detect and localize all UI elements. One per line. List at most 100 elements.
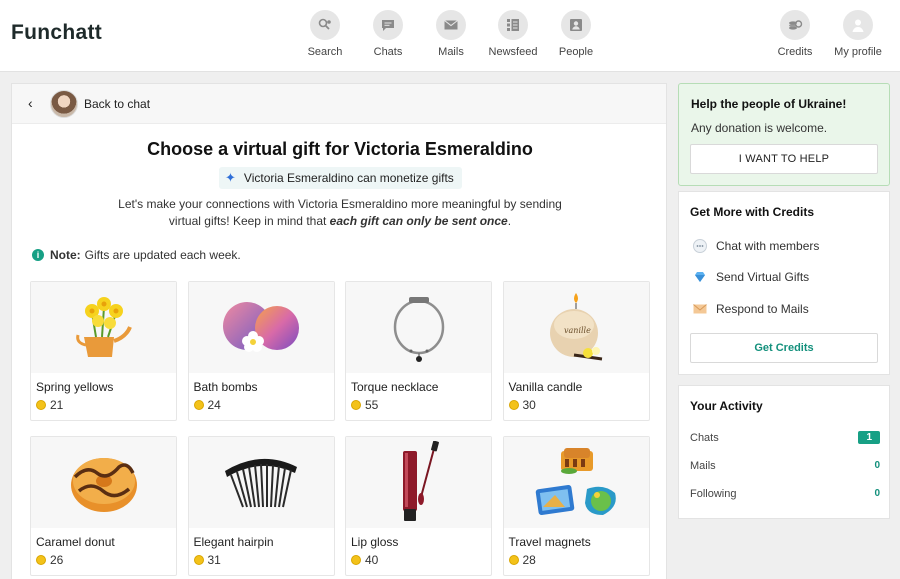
nav-mails-label: Mails: [438, 46, 464, 58]
people-icon: [561, 10, 591, 40]
activity-count: 0: [874, 488, 880, 499]
coin-icon: [36, 400, 46, 410]
newsfeed-icon: [498, 10, 528, 40]
coin-icon: [508, 400, 519, 410]
coin-icon: [193, 555, 204, 565]
gift-card[interactable]: Lip gloss 40: [345, 436, 492, 576]
note-text: Gifts are updated each week.: [84, 248, 241, 262]
app-logo[interactable]: Funchatt: [11, 21, 102, 45]
chat-icon: [373, 10, 403, 40]
search-icon: [310, 10, 340, 40]
back-bar: ‹ Back to chat: [12, 84, 666, 124]
lip-gloss-icon: [346, 437, 491, 528]
monetize-badge: ✦ Victoria Esmeraldino can monetize gift…: [219, 167, 462, 189]
activity-label: Following: [690, 488, 737, 500]
back-chevron-icon[interactable]: ‹: [28, 95, 33, 111]
envelope-icon: [692, 301, 708, 317]
intro-text: Let's make your connections with Victori…: [102, 196, 578, 230]
gift-name: Bath bombs: [193, 380, 258, 394]
bath-bombs-icon: [188, 282, 334, 373]
nav-search-label: Search: [307, 46, 343, 58]
perk-label: Respond to Mails: [716, 302, 809, 316]
nav-chats[interactable]: Chats: [353, 10, 423, 58]
gift-price-value: 21: [50, 398, 64, 412]
nav-credits-label: Credits: [777, 46, 813, 58]
nav-mails[interactable]: Mails: [416, 10, 486, 58]
gift-name: Caramel donut: [36, 535, 115, 549]
nav-my-profile[interactable]: My profile: [823, 10, 893, 58]
gift-price-value: 31: [207, 553, 221, 567]
mail-icon: [436, 10, 466, 40]
gift-price-value: 26: [50, 553, 64, 567]
activity-box: Your Activity Chats 1 Mails 0 Following …: [678, 385, 890, 519]
chat-bubble-icon: [692, 238, 708, 254]
gift-card[interactable]: Caramel donut 26: [30, 436, 177, 576]
activity-row-chats[interactable]: Chats 1: [690, 431, 880, 444]
page-title: Choose a virtual gift for Victoria Esmer…: [147, 139, 533, 159]
gift-card[interactable]: Travel magnets 28: [502, 436, 650, 576]
nav-newsfeed[interactable]: Newsfeed: [478, 10, 548, 58]
i-want-to-help-button[interactable]: I WANT TO HELP: [690, 144, 878, 174]
coin-icon: [508, 555, 519, 565]
svg-text:vanille: vanille: [564, 326, 591, 335]
gift-price-value: 40: [365, 553, 379, 567]
gift-price: 30: [504, 394, 649, 412]
activity-count: 0: [874, 460, 880, 471]
activity-row-mails[interactable]: Mails 0: [690, 460, 880, 472]
credits-box: Get More with Credits Chat with members …: [678, 191, 890, 375]
get-credits-button[interactable]: Get Credits: [690, 333, 878, 363]
nav-chats-label: Chats: [373, 46, 403, 58]
gift-price: 55: [346, 394, 491, 412]
daffodils-icon: [31, 282, 176, 373]
intro-emphasis: each gift can only be sent once: [329, 214, 508, 228]
nav-newsfeed-label: Newsfeed: [488, 46, 538, 58]
info-icon: i: [32, 249, 44, 261]
back-to-chat-link[interactable]: Back to chat: [84, 97, 150, 111]
gift-price: 26: [31, 549, 176, 567]
gift-card[interactable]: Bath bombs 24: [187, 281, 335, 421]
monetize-text: Victoria Esmeraldino can monetize gifts: [243, 171, 454, 185]
gift-card[interactable]: Spring yellows 21: [30, 281, 177, 421]
gift-price: 24: [189, 394, 334, 412]
nav-credits[interactable]: Credits: [760, 10, 830, 58]
nav-my-profile-label: My profile: [834, 46, 882, 58]
hairpin-icon: [188, 437, 334, 528]
perk-gifts: Send Virtual Gifts: [692, 269, 809, 285]
gift-price: 40: [346, 549, 491, 567]
gift-name: Lip gloss: [351, 535, 399, 549]
ukraine-donation-box: Help the people of Ukraine! Any donation…: [678, 83, 890, 186]
gift-panel: ‹ Back to chat Choose a virtual gift for…: [11, 83, 667, 579]
gift-card[interactable]: Torque necklace 55: [345, 281, 492, 421]
intro-end: .: [507, 214, 512, 228]
activity-row-following[interactable]: Following 0: [690, 488, 880, 500]
activity-label: Chats: [690, 432, 719, 444]
gift-price-value: 30: [522, 398, 536, 412]
gift-card[interactable]: vanille Vanilla candle 30: [502, 281, 650, 421]
donut-icon: [31, 437, 176, 528]
gift-price-value: 24: [207, 398, 221, 412]
credits-box-title: Get More with Credits: [690, 205, 815, 219]
note: i Note: Gifts are updated each week.: [32, 248, 241, 262]
nav-people-label: People: [558, 46, 594, 58]
profile-icon: [843, 10, 873, 40]
nav-people[interactable]: People: [541, 10, 611, 58]
gift-name: Spring yellows: [36, 380, 114, 394]
top-header: Funchatt Search Chats Mails Newsfeed Peo…: [0, 0, 900, 72]
perk-mails: Respond to Mails: [692, 301, 809, 317]
gift-price-value: 55: [365, 398, 379, 412]
activity-count-badge: 1: [858, 431, 880, 444]
gift-price-value: 28: [522, 553, 536, 567]
necklace-icon: [346, 282, 491, 373]
coin-icon: [193, 400, 204, 410]
coin-icon: [351, 555, 361, 565]
candle-icon: vanille: [503, 282, 649, 373]
magnets-icon: [503, 437, 649, 528]
ukraine-text: Any donation is welcome.: [691, 121, 828, 135]
coin-icon: [36, 555, 46, 565]
avatar[interactable]: [50, 90, 78, 118]
gift-card[interactable]: Elegant hairpin 31: [187, 436, 335, 576]
nav-search[interactable]: Search: [290, 10, 360, 58]
diamond-icon: [692, 269, 708, 285]
gift-price: 31: [189, 549, 334, 567]
perk-chat: Chat with members: [692, 238, 819, 254]
